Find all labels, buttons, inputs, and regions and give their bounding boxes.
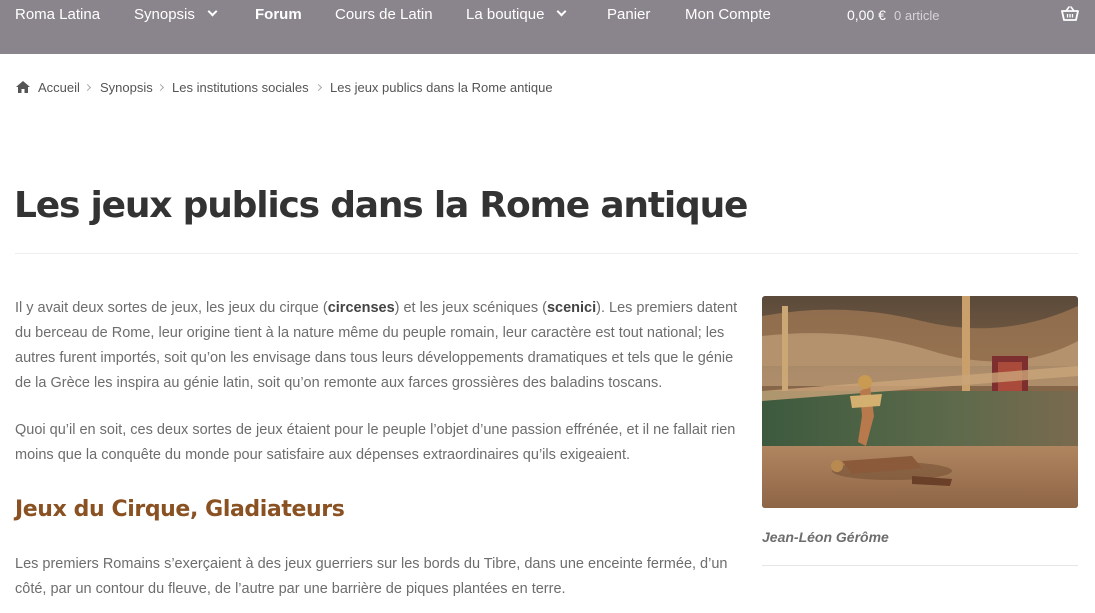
nav-item-cours-de-latin[interactable]: Cours de Latin — [335, 6, 433, 24]
term-scenici: scenici — [546, 300, 597, 316]
cart-amount[interactable]: 0,00 € — [847, 6, 886, 24]
breadcrumb-separator — [156, 83, 165, 92]
top-navigation: Roma Latina Synopsis Forum Cours de Lati… — [0, 0, 1095, 54]
image-caption: Jean-Léon Gérôme — [762, 529, 889, 545]
nav-item-label: Synopsis — [134, 6, 195, 23]
section-heading: Jeux du Cirque, Gladiateurs — [15, 497, 345, 522]
breadcrumb-separator — [314, 83, 323, 92]
chevron-down-icon — [207, 6, 218, 17]
nav-item-mon-compte[interactable]: Mon Compte — [685, 6, 771, 24]
home-icon — [16, 81, 30, 93]
section-paragraph: Les premiers Romains s’exerçaient à des … — [15, 556, 728, 597]
term-circenses: circenses — [327, 300, 395, 316]
breadcrumb-current: Les jeux publics dans la Rome antique — [330, 80, 553, 95]
passion-paragraph: Quoi qu’il en soit, ces deux sortes de j… — [15, 422, 736, 463]
breadcrumb-separator — [83, 83, 92, 92]
nav-item-synopsis[interactable]: Synopsis — [134, 6, 218, 24]
breadcrumb-institutions-link[interactable]: Les institutions sociales — [172, 79, 309, 97]
sidebar-divider — [762, 565, 1078, 566]
cart-count[interactable]: 0 article — [894, 7, 940, 25]
site-brand-link[interactable]: Roma Latina — [15, 6, 100, 24]
nav-item-label: La boutique — [466, 6, 545, 23]
nav-item-la-boutique[interactable]: La boutique — [466, 6, 567, 24]
nav-item-forum[interactable]: Forum — [255, 6, 302, 24]
chevron-down-icon — [556, 6, 567, 17]
breadcrumb-home-link[interactable]: Accueil — [38, 79, 80, 97]
intro-paragraph: Il y avait deux sortes de jeux, les jeux… — [15, 300, 738, 391]
breadcrumb-synopsis-link[interactable]: Synopsis — [100, 79, 153, 97]
title-divider — [15, 253, 1078, 254]
page-title: Les jeux publics dans la Rome antique — [14, 185, 748, 226]
basket-icon[interactable] — [1061, 6, 1079, 22]
nav-item-panier[interactable]: Panier — [607, 6, 650, 24]
gladiator-painting-image[interactable] — [762, 296, 1078, 508]
